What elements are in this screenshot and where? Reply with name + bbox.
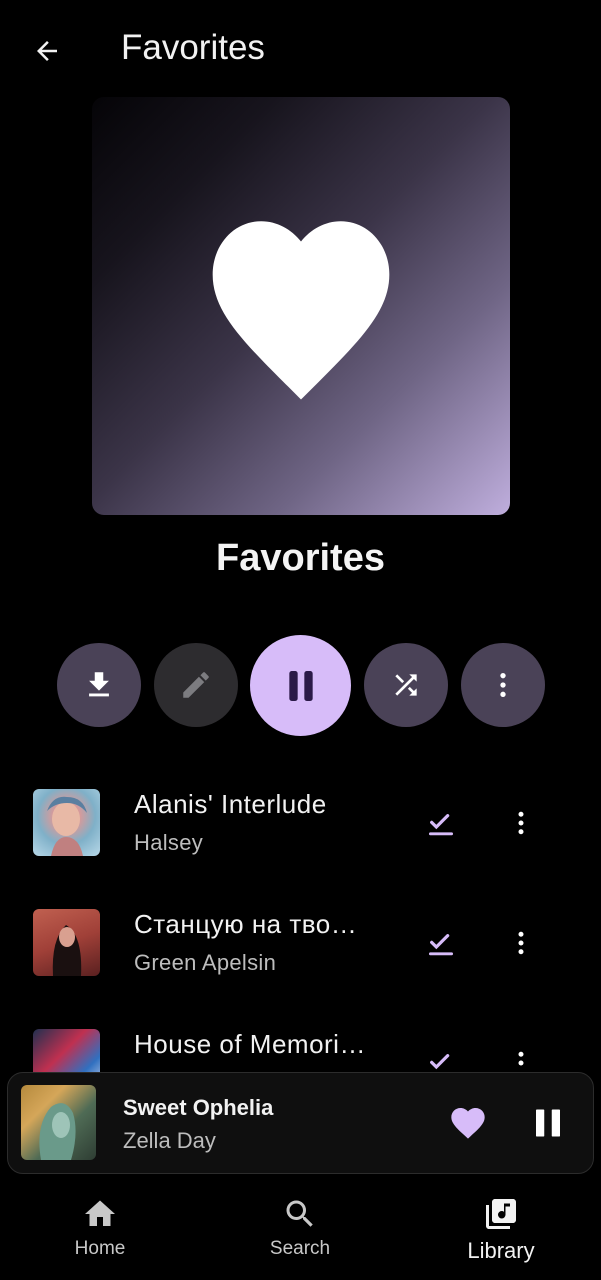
pause-icon bbox=[536, 1109, 560, 1137]
shuffle-icon bbox=[395, 674, 417, 696]
now-playing-artist: Zella Day bbox=[123, 1128, 216, 1153]
downloaded-check-icon[interactable] bbox=[425, 807, 457, 839]
download-icon bbox=[89, 672, 109, 697]
app-screen: Favorites Favorites Alanis' Interlude Ha… bbox=[0, 0, 601, 1280]
pause-button[interactable] bbox=[250, 635, 351, 736]
heart-icon bbox=[451, 1108, 485, 1139]
page-title: Favorites bbox=[121, 28, 265, 67]
nav-home[interactable]: Home bbox=[40, 1196, 160, 1260]
playlist-actions bbox=[0, 635, 601, 736]
heart-icon bbox=[212, 221, 390, 400]
download-button[interactable] bbox=[57, 643, 141, 727]
playlist-title: Favorites bbox=[216, 537, 385, 579]
search-icon bbox=[286, 1200, 313, 1227]
shuffle-button[interactable] bbox=[364, 643, 448, 727]
playlist-cover bbox=[92, 97, 510, 515]
song-title: Alanis' Interlude bbox=[134, 789, 327, 819]
nav-label: Home bbox=[74, 1238, 126, 1259]
more-options-button[interactable] bbox=[461, 643, 545, 727]
song-title: House of Memori… bbox=[134, 1029, 366, 1059]
more-vert-icon[interactable] bbox=[505, 927, 537, 959]
bottom-navigation: Home Search Library bbox=[0, 1180, 601, 1280]
more-vert-icon[interactable] bbox=[505, 807, 537, 839]
pencil-icon bbox=[183, 672, 209, 698]
now-playing-title: Sweet Ophelia bbox=[123, 1095, 274, 1120]
more-vert-icon bbox=[500, 673, 506, 697]
song-artist: Green Apelsin bbox=[134, 950, 277, 975]
edit-button[interactable] bbox=[154, 643, 238, 727]
like-button[interactable] bbox=[448, 1103, 488, 1143]
now-playing-album-art bbox=[21, 1085, 96, 1160]
song-row[interactable]: Станцую на тво… Green Apelsin bbox=[0, 885, 601, 1005]
top-bar: Favorites bbox=[0, 0, 601, 100]
library-music-icon bbox=[486, 1199, 516, 1229]
arrow-left-icon bbox=[37, 41, 57, 61]
nav-library[interactable]: Library bbox=[441, 1196, 561, 1264]
album-art bbox=[33, 789, 100, 856]
home-icon bbox=[85, 1200, 115, 1226]
album-art bbox=[33, 909, 100, 976]
nav-search[interactable]: Search bbox=[240, 1196, 360, 1260]
song-row[interactable]: Alanis' Interlude Halsey bbox=[0, 765, 601, 885]
nav-label: Library bbox=[467, 1238, 535, 1263]
song-artist: Halsey bbox=[134, 830, 204, 855]
pause-icon bbox=[288, 670, 313, 701]
now-playing-bar[interactable]: Sweet Ophelia Zella Day bbox=[7, 1072, 594, 1174]
song-title: Станцую на тво… bbox=[134, 909, 358, 939]
downloaded-check-icon[interactable] bbox=[425, 927, 457, 959]
nav-label: Search bbox=[269, 1238, 331, 1259]
back-button[interactable] bbox=[22, 26, 72, 76]
now-playing-pause-button[interactable] bbox=[530, 1103, 566, 1143]
